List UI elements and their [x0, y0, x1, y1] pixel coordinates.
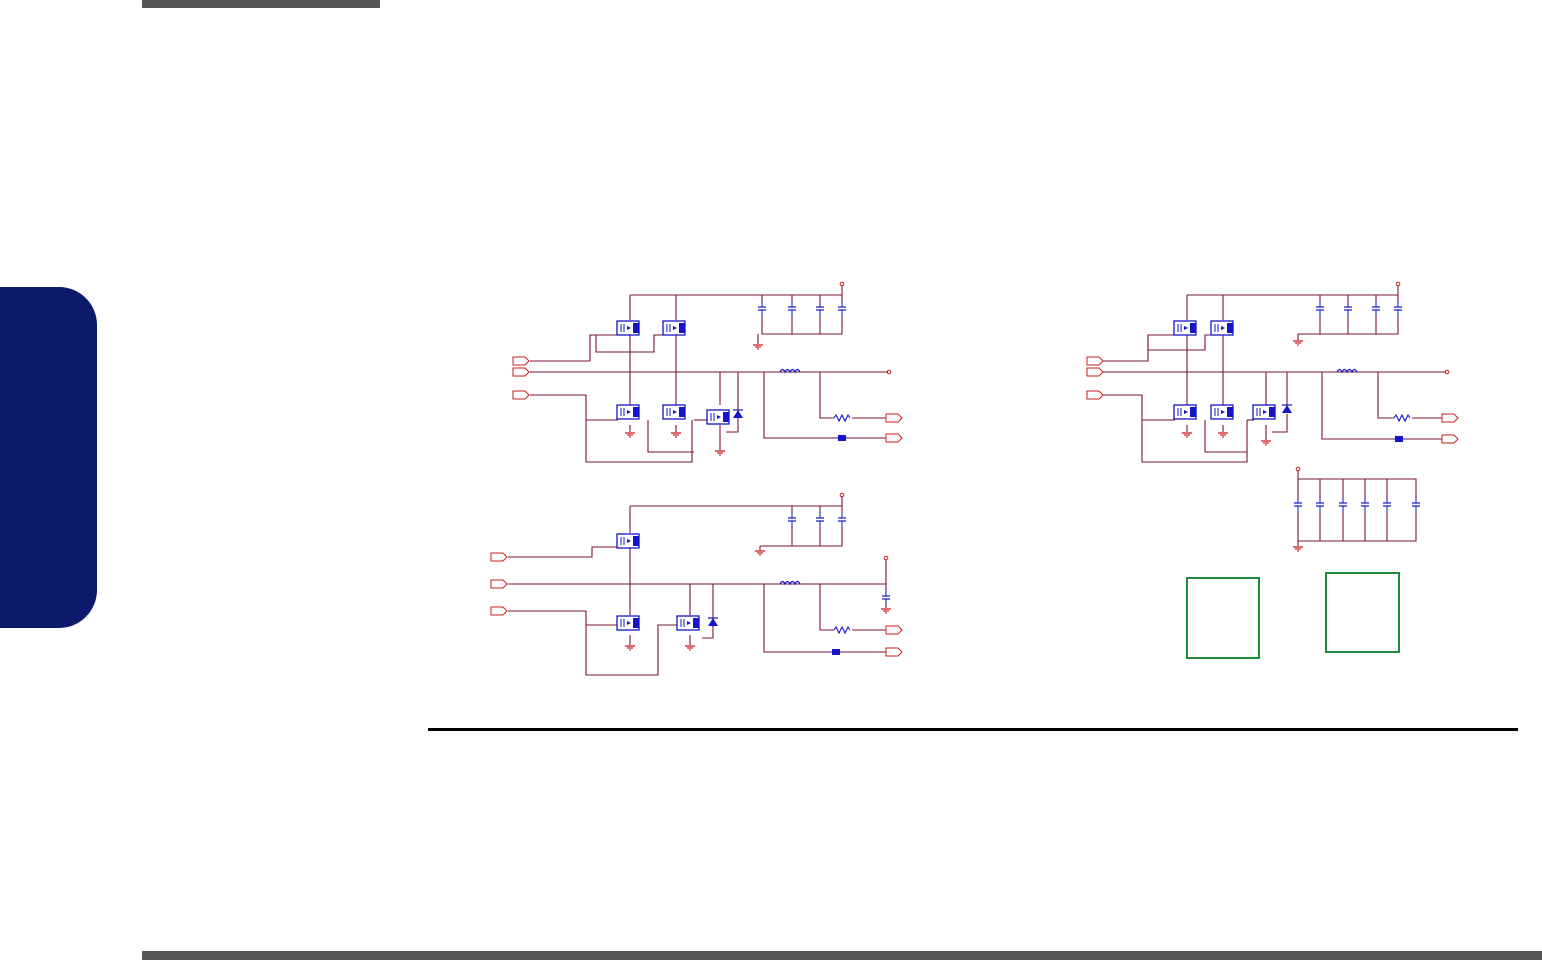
mosfet-q7	[616, 615, 640, 631]
mosfet-q13	[1252, 404, 1276, 420]
mosfet-q10	[1210, 320, 1234, 336]
mosfet-q8	[676, 615, 700, 631]
mosfet-q3	[616, 404, 640, 420]
phase-c-components	[1086, 281, 1459, 552]
mosfet-q11	[1173, 404, 1197, 420]
phase-b-components	[490, 492, 903, 657]
mosfet-q12	[1210, 404, 1234, 420]
block-1	[1186, 577, 1260, 659]
mosfet-q2	[662, 320, 686, 336]
mosfet-q1	[616, 320, 640, 336]
mosfet-q4	[662, 404, 686, 420]
mosfet-q6	[616, 533, 640, 549]
mosfet-q5	[706, 409, 730, 425]
schematic-diagram	[490, 281, 1459, 676]
circuit-phase-a	[530, 285, 888, 463]
mosfet-q9	[1173, 320, 1197, 336]
block-2	[1325, 572, 1400, 653]
circuit-phase-b	[508, 496, 887, 676]
phase-a-components	[512, 281, 903, 456]
